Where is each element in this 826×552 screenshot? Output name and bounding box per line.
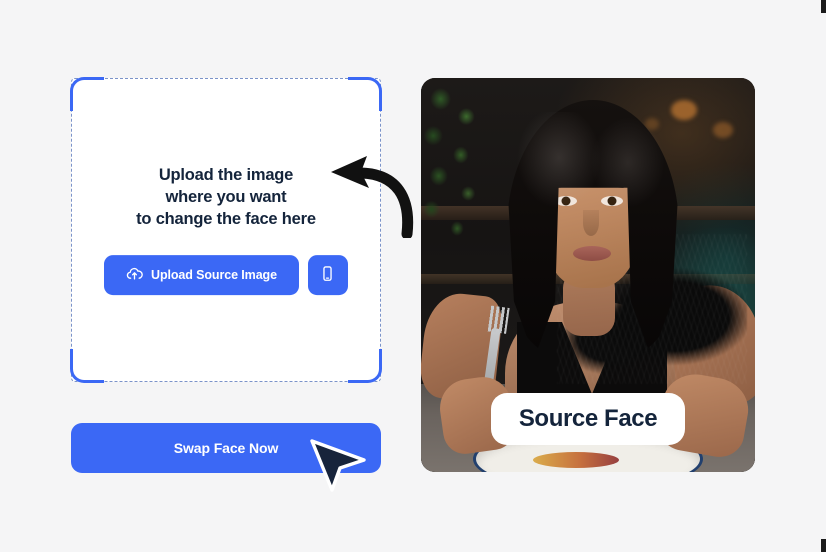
scrollbar-up-arrow[interactable] <box>821 0 826 13</box>
swap-face-now-label: Swap Face Now <box>173 440 279 456</box>
swap-face-now-button[interactable]: Swap Face Now <box>71 423 381 473</box>
dropzone-actions: Upload Source Image <box>104 254 348 295</box>
upload-dropzone[interactable]: Upload the image where you want to chang… <box>70 77 382 383</box>
mobile-phone-icon <box>319 265 336 285</box>
app-root: Upload the image where you want to chang… <box>0 0 826 552</box>
dropzone-content: Upload the image where you want to chang… <box>72 165 380 295</box>
scrollbar-down-arrow[interactable] <box>821 539 826 552</box>
source-face-preview[interactable]: Source Face <box>421 78 755 472</box>
dropzone-headline: Upload the image where you want to chang… <box>136 166 316 228</box>
cloud-upload-icon <box>126 265 143 285</box>
upload-source-image-button[interactable]: Upload Source Image <box>104 254 299 295</box>
upload-source-image-label: Upload Source Image <box>151 267 277 282</box>
corner-bracket-top-left <box>70 77 104 111</box>
mobile-upload-button[interactable] <box>307 254 348 295</box>
panels-container: Upload the image where you want to chang… <box>0 0 790 552</box>
source-face-column: Source Face <box>421 78 755 472</box>
corner-bracket-bottom-left <box>70 349 104 383</box>
corner-bracket-bottom-right <box>348 349 382 383</box>
upload-column: Upload the image where you want to chang… <box>70 77 382 473</box>
source-face-badge: Source Face <box>491 393 685 445</box>
corner-bracket-top-right <box>348 77 382 111</box>
